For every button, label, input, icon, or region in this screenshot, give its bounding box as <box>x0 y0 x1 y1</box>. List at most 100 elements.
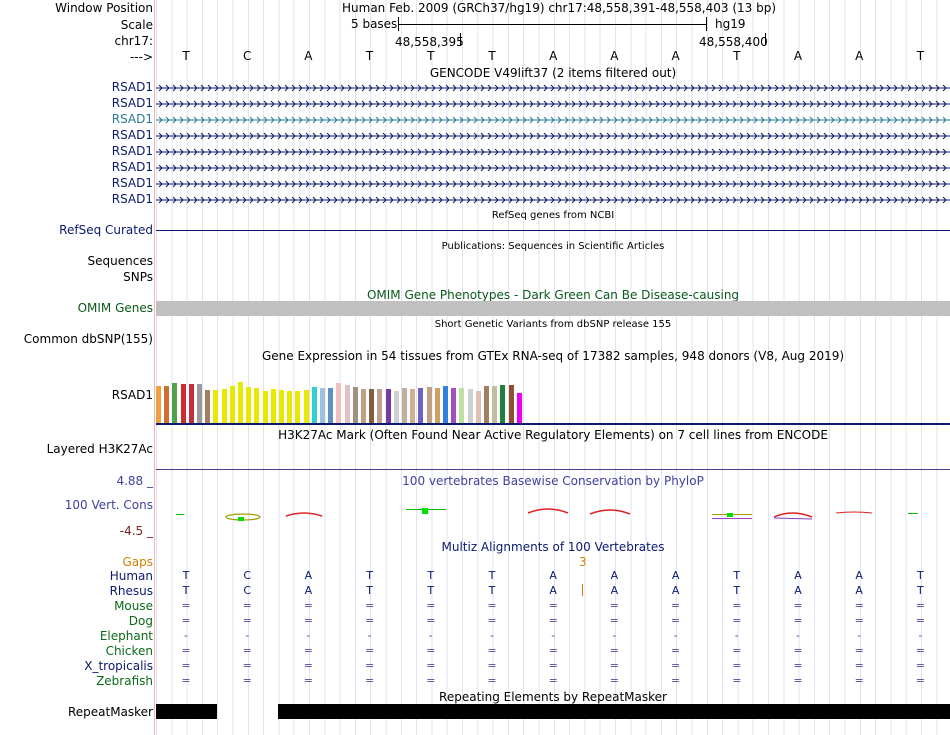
gtex-tissue-bar[interactable] <box>352 387 358 423</box>
gtex-tissue-bar[interactable] <box>262 391 268 423</box>
gencode-gene-label[interactable]: RSAD1 <box>112 192 153 206</box>
repeat-element-block[interactable] <box>278 704 950 719</box>
gtex-tissue-bar[interactable] <box>172 383 178 423</box>
gtex-tissue-bar[interactable] <box>295 391 301 423</box>
gtex-tissue-bar[interactable] <box>484 386 489 423</box>
gtex-tissue-bar[interactable] <box>270 389 276 423</box>
alignment-base: - <box>428 629 433 642</box>
gtex-tissue-bar[interactable] <box>451 388 457 423</box>
omim-label[interactable]: OMIM Genes <box>78 301 153 315</box>
gtex-tissue-bar[interactable] <box>164 386 170 423</box>
alignment-base: = <box>609 614 619 627</box>
gtex-tissue-bar[interactable] <box>213 390 219 423</box>
gtex-tissue-bar[interactable] <box>328 388 334 423</box>
snps-label[interactable]: SNPs <box>123 270 153 284</box>
h3k27ac-title[interactable]: H3K27Ac Mark (Often Found Near Active Re… <box>156 428 950 442</box>
gencode-transcript[interactable] <box>156 83 950 93</box>
gtex-tissue-bar[interactable] <box>402 388 407 423</box>
gtex-tissue-bar[interactable] <box>279 390 284 423</box>
gtex-tissue-bar[interactable] <box>393 391 399 423</box>
gencode-transcript[interactable] <box>156 115 950 125</box>
gtex-tissue-bar[interactable] <box>459 388 465 423</box>
species-label[interactable]: Rhesus <box>110 584 153 598</box>
gencode-gene-label[interactable]: RSAD1 <box>112 112 153 126</box>
alignment-base: = <box>548 644 558 657</box>
gtex-tissue-bar[interactable] <box>197 384 202 423</box>
publications-title[interactable]: Publications: Sequences in Scientific Ar… <box>156 241 950 252</box>
species-label[interactable]: Chicken <box>106 644 153 658</box>
gtex-tissue-bar[interactable] <box>410 389 416 423</box>
gtex-tissue-bar[interactable] <box>369 389 375 423</box>
omim-title[interactable]: OMIM Gene Phenotypes - Dark Green Can Be… <box>156 288 950 302</box>
alignment-base: = <box>854 614 864 627</box>
gtex-tissue-bar[interactable] <box>385 389 391 423</box>
gtex-tissue-bar[interactable] <box>303 390 309 423</box>
species-label[interactable]: Mouse <box>114 599 153 613</box>
gtex-tissue-bar[interactable] <box>287 391 293 423</box>
conservation-label[interactable]: 100 Vert. Cons <box>65 498 153 512</box>
gtex-tissue-bar[interactable] <box>475 391 481 423</box>
dbsnp-label[interactable]: Common dbSNP(155) <box>24 332 153 346</box>
refseq-gene-line[interactable] <box>156 230 950 231</box>
gencode-transcript[interactable] <box>156 163 950 173</box>
species-label[interactable]: Zebrafish <box>96 674 153 688</box>
gtex-tissue-bar[interactable] <box>221 389 227 423</box>
gtex-tissue-bar[interactable] <box>418 388 424 423</box>
gtex-tissue-bar[interactable] <box>344 385 350 423</box>
gtex-tissue-bar[interactable] <box>336 383 342 423</box>
gencode-title[interactable]: GENCODE V49lift37 (2 items filtered out) <box>156 66 950 80</box>
gtex-tissue-bar[interactable] <box>180 384 186 423</box>
gtex-tissue-bar[interactable] <box>467 389 473 423</box>
gtex-tissue-bar[interactable] <box>246 387 252 423</box>
gencode-gene-label[interactable]: RSAD1 <box>112 176 153 190</box>
repeat-element-block[interactable] <box>156 704 217 719</box>
h3k27ac-label[interactable]: Layered H3K27Ac <box>47 442 153 456</box>
gencode-transcript[interactable] <box>156 147 950 157</box>
gencode-transcript[interactable] <box>156 179 950 189</box>
species-label[interactable]: Elephant <box>100 629 153 643</box>
sequences-label[interactable]: Sequences <box>88 254 153 268</box>
gencode-gene-label[interactable]: RSAD1 <box>112 80 153 94</box>
gtex-tissue-bar[interactable] <box>205 390 211 423</box>
gencode-transcript[interactable] <box>156 99 950 109</box>
gtex-tissue-bar[interactable] <box>188 384 194 423</box>
gtex-tissue-bar[interactable] <box>426 387 432 423</box>
gencode-gene-label[interactable]: RSAD1 <box>112 128 153 142</box>
gtex-tissue-bar[interactable] <box>443 386 448 423</box>
gencode-gene-label[interactable]: RSAD1 <box>112 96 153 110</box>
assembly-label: hg19 <box>715 17 746 31</box>
gtex-tissue-bar[interactable] <box>320 388 325 423</box>
dbsnp-title[interactable]: Short Genetic Variants from dbSNP releas… <box>156 319 950 330</box>
gtex-tissue-bar[interactable] <box>508 385 514 423</box>
gtex-expression-chart[interactable] <box>156 363 536 423</box>
gtex-tissue-bar[interactable] <box>500 385 506 423</box>
gtex-tissue-bar[interactable] <box>516 393 522 423</box>
gtex-tissue-bar[interactable] <box>229 386 235 423</box>
species-label[interactable]: Human <box>110 569 153 583</box>
gtex-tissue-bar[interactable] <box>361 389 366 423</box>
window-position-value[interactable]: Human Feb. 2009 (GRCh37/hg19) chr17:48,5… <box>342 1 776 15</box>
species-label[interactable]: Dog <box>129 614 153 628</box>
conservation-plot[interactable] <box>156 500 950 530</box>
conservation-title[interactable]: 100 vertebrates Basewise Conservation by… <box>156 474 950 488</box>
gtex-tissue-bar[interactable] <box>238 382 243 423</box>
gtex-tissue-bar[interactable] <box>254 388 260 423</box>
gtex-tissue-bar[interactable] <box>492 386 498 423</box>
gtex-tissue-bar[interactable] <box>311 387 317 423</box>
species-label[interactable]: X_tropicalis <box>84 659 153 673</box>
multiz-title[interactable]: Multiz Alignments of 100 Vertebrates <box>156 540 950 554</box>
gencode-gene-label[interactable]: RSAD1 <box>112 144 153 158</box>
gtex-tissue-bar[interactable] <box>434 388 440 423</box>
gencode-transcript[interactable] <box>156 131 950 141</box>
gtex-label[interactable]: RSAD1 <box>112 388 153 402</box>
omim-gene-bar[interactable] <box>156 301 950 316</box>
gtex-title[interactable]: Gene Expression in 54 tissues from GTEx … <box>156 349 950 363</box>
refseq-label[interactable]: RefSeq Curated <box>59 223 153 237</box>
gtex-tissue-bar[interactable] <box>377 389 383 423</box>
refseq-title[interactable]: RefSeq genes from NCBI <box>156 210 950 221</box>
gtex-tissue-bar[interactable] <box>156 386 161 423</box>
repeatmasker-label[interactable]: RepeatMasker <box>68 705 153 719</box>
gencode-transcript[interactable] <box>156 195 950 205</box>
gencode-gene-label[interactable]: RSAD1 <box>112 160 153 174</box>
repeatmasker-title[interactable]: Repeating Elements by RepeatMasker <box>156 690 950 704</box>
